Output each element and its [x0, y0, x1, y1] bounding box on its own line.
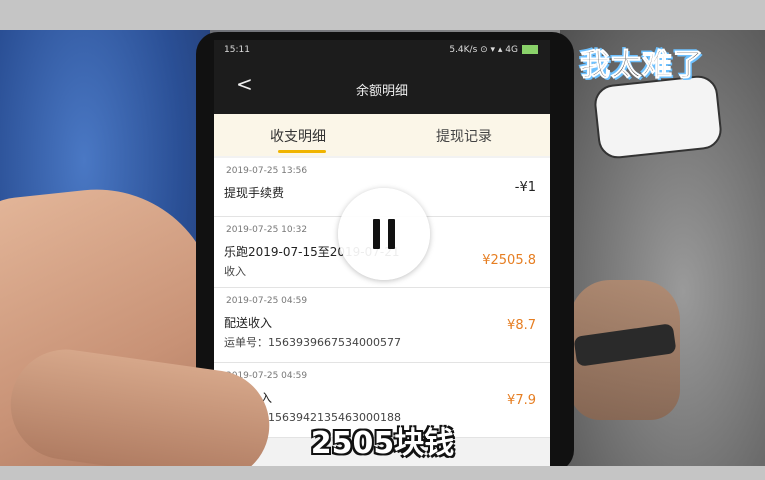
- pause-button[interactable]: [338, 188, 430, 280]
- pause-icon: [373, 219, 380, 249]
- transaction-subtitle: 运单号：1563939667534000577: [224, 336, 401, 349]
- status-time: 15:11: [224, 45, 250, 55]
- transaction-amount: ¥2505.8: [482, 253, 536, 268]
- sticker: 我太难了: [578, 32, 758, 161]
- battery-icon: [522, 45, 538, 54]
- video-caption: 2505块钱: [310, 426, 455, 461]
- page-title: 余额明细: [355, 84, 408, 99]
- sticker-bubble: [592, 73, 724, 161]
- transaction-subtitle: 收入: [224, 265, 246, 278]
- transaction-amount: ¥8.7: [507, 318, 536, 333]
- tab-bar: 收支明细 提现记录: [214, 114, 550, 156]
- transaction-name: 配送收入: [224, 316, 273, 330]
- transaction-name: 提现手续费: [224, 186, 285, 200]
- video-frame: 15:11 5.4K/s ⊙ ▾ ▴ 4G < 余额明细 收支明细 提现记录 2…: [0, 0, 765, 480]
- tab-withdraw-records[interactable]: 提现记录: [436, 126, 492, 146]
- pause-icon-bar: [388, 219, 395, 249]
- transaction-amount: ¥7.9: [507, 393, 536, 408]
- transaction-date: 2019-07-25 04:59: [226, 296, 308, 306]
- sticker-text: 我太难了: [580, 48, 704, 84]
- tab-income-expense[interactable]: 收支明细: [270, 126, 326, 146]
- transaction-amount: -¥1: [514, 180, 536, 195]
- status-bar: 15:11 5.4K/s ⊙ ▾ ▴ 4G: [214, 40, 550, 60]
- nav-bar: < 余额明细: [214, 60, 550, 114]
- transaction-date: 2019-07-25 13:56: [226, 166, 308, 176]
- active-tab-indicator: [278, 150, 326, 153]
- list-item[interactable]: 2019-07-25 04:59 配送收入 运单号：15639396675340…: [214, 288, 550, 363]
- transaction-date: 2019-07-25 10:32: [226, 225, 308, 235]
- status-network: 5.4K/s ⊙ ▾ ▴ 4G: [449, 45, 538, 55]
